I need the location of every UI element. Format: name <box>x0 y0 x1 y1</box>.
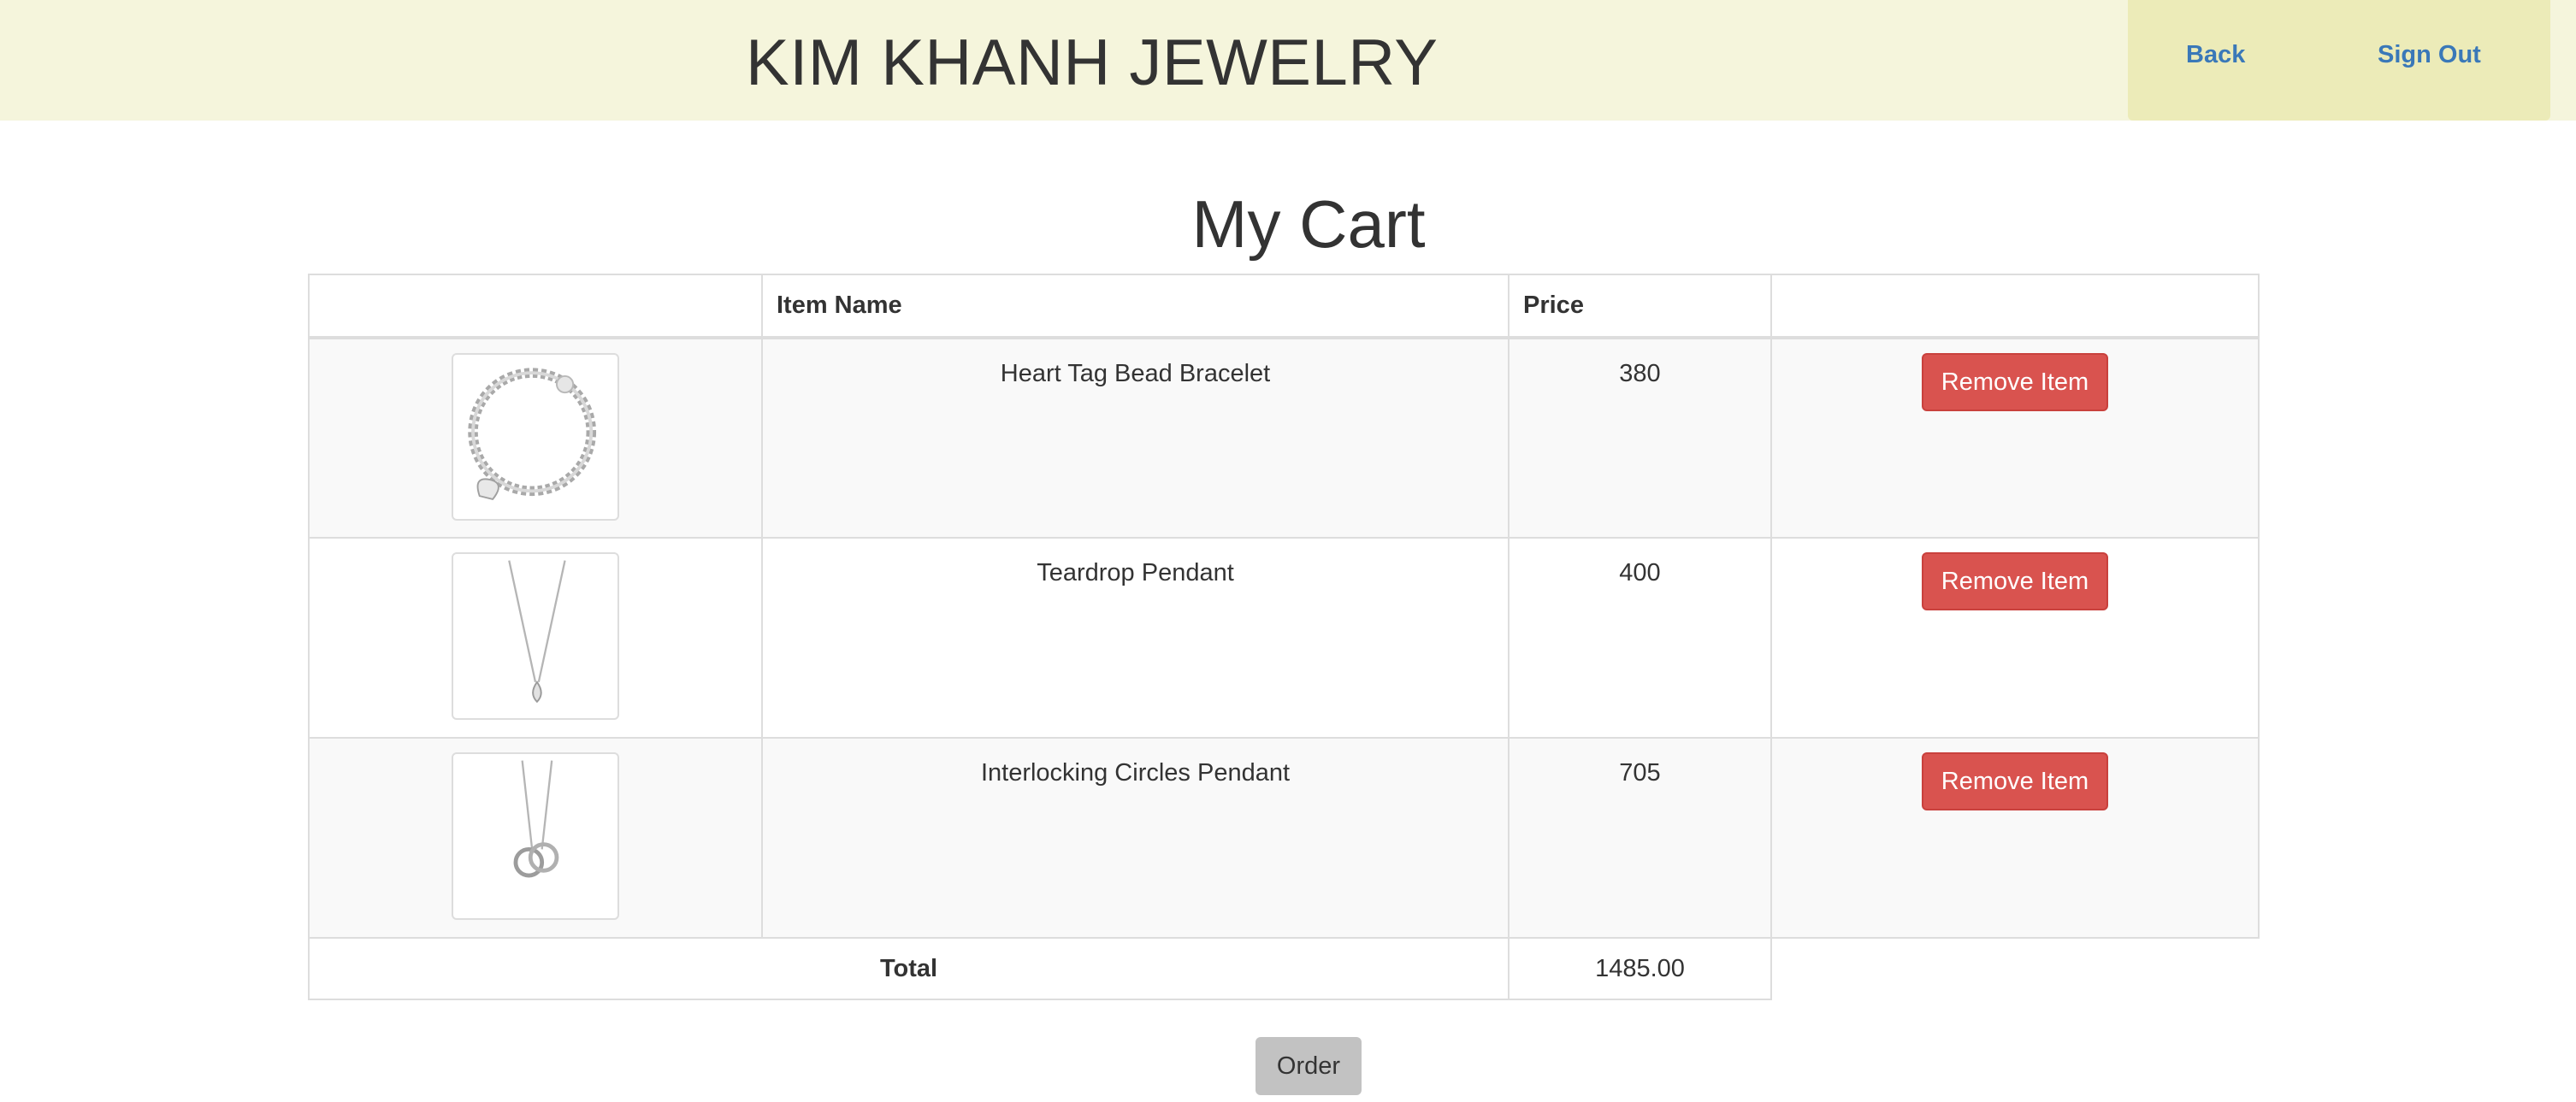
price-cell: 705 <box>1508 737 1772 939</box>
item-name-cell: Interlocking Circles Pendant <box>761 737 1510 939</box>
image-cell <box>308 537 763 739</box>
bracelet-image <box>452 353 619 521</box>
total-row: Total 1485.00 <box>308 937 2259 1000</box>
total-value-cell: 1485.00 <box>1508 937 1772 1000</box>
column-header-price: Price <box>1508 274 1772 339</box>
table-row: Teardrop Pendant 400 Remove Item <box>308 537 2260 739</box>
item-price: 400 <box>1619 559 1661 586</box>
table-row: Interlocking Circles Pendant 705 Remove … <box>308 737 2260 939</box>
item-name: Teardrop Pendant <box>1037 559 1234 586</box>
remove-item-button[interactable]: Remove Item <box>1922 552 2108 610</box>
item-name: Interlocking Circles Pendant <box>980 759 1291 787</box>
image-cell <box>308 337 763 539</box>
price-cell: 400 <box>1508 537 1772 739</box>
column-header-item-name: Item Name <box>761 274 1510 339</box>
item-name: Heart Tag Bead Bracelet <box>1000 360 1271 387</box>
brand-title: KIM KHANH JEWELRY <box>746 27 1439 99</box>
interlocking-circles-pendant-image <box>452 752 619 920</box>
site-header: KIM KHANH JEWELRY Back Sign Out <box>0 0 2576 121</box>
nav-bar: Back Sign Out <box>2128 0 2550 121</box>
back-link[interactable]: Back <box>2186 41 2245 69</box>
teardrop-pendant-image <box>452 552 619 720</box>
table-header-row: Item Name Price <box>308 274 2260 339</box>
empty-cell <box>1771 938 2259 999</box>
total-value: 1485.00 <box>1595 954 1685 982</box>
action-cell: Remove Item <box>1770 537 2260 739</box>
column-header-action <box>1770 274 2260 339</box>
page-title: My Cart <box>1191 186 1426 262</box>
action-cell: Remove Item <box>1770 737 2260 939</box>
sign-out-link[interactable]: Sign Out <box>2378 41 2481 69</box>
price-cell: 380 <box>1508 337 1772 539</box>
item-price: 380 <box>1619 360 1661 387</box>
item-price: 705 <box>1619 759 1661 787</box>
column-header-image <box>308 274 763 339</box>
table-row: Heart Tag Bead Bracelet 380 Remove Item <box>308 337 2260 539</box>
item-name-cell: Heart Tag Bead Bracelet <box>761 337 1510 539</box>
item-name-cell: Teardrop Pendant <box>761 537 1510 739</box>
cart-table: Item Name Price Heart Tag Bead Bracelet … <box>308 274 2260 1000</box>
total-label: Total <box>879 954 938 982</box>
action-cell: Remove Item <box>1770 337 2260 539</box>
image-cell <box>308 737 763 939</box>
total-label-cell: Total <box>308 937 1510 1000</box>
remove-item-button[interactable]: Remove Item <box>1922 353 2108 411</box>
order-button[interactable]: Order <box>1256 1037 1362 1095</box>
remove-item-button[interactable]: Remove Item <box>1922 752 2108 810</box>
